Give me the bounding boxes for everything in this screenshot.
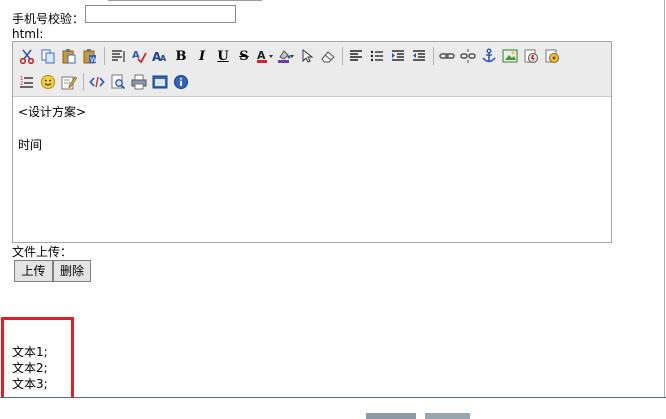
- toolbar-separator: [104, 47, 105, 65]
- bottom-strip: [0, 398, 666, 419]
- fullscreen-icon[interactable]: [150, 72, 170, 92]
- highlight-icon[interactable]: [276, 46, 296, 66]
- bold-glyph: B: [175, 48, 187, 64]
- format-icon[interactable]: [108, 46, 128, 66]
- indent-icon[interactable]: [388, 46, 408, 66]
- outdent-icon[interactable]: [409, 46, 429, 66]
- align-left-icon[interactable]: [346, 46, 366, 66]
- strikethrough-icon[interactable]: S: [234, 46, 254, 66]
- underline-glyph: U: [217, 48, 229, 64]
- about-icon[interactable]: [171, 72, 191, 92]
- source-code-icon[interactable]: [87, 72, 107, 92]
- content-line: <设计方案>: [18, 105, 87, 119]
- paste-word-icon[interactable]: W: [80, 46, 100, 66]
- toolbar-row-1: W A AA B I U S A: [17, 45, 563, 67]
- rich-text-editor: W A AA B I U S A 1 2 <设计方案> 时间: [12, 41, 612, 243]
- spellcheck-icon[interactable]: A: [129, 46, 149, 66]
- highlight-annotation-box: [1, 317, 74, 408]
- select-icon[interactable]: [297, 46, 317, 66]
- bulleted-list-icon[interactable]: [367, 46, 387, 66]
- bold-icon[interactable]: B: [171, 46, 191, 66]
- toolbar-separator: [342, 47, 343, 65]
- anchor-icon[interactable]: [479, 46, 499, 66]
- font-size-icon[interactable]: AA: [150, 46, 170, 66]
- svg-text:A: A: [160, 54, 167, 63]
- toolbar-separator: [83, 73, 84, 91]
- cut-icon[interactable]: [17, 46, 37, 66]
- eraser-icon[interactable]: [318, 46, 338, 66]
- flash-icon[interactable]: [521, 46, 541, 66]
- unlink-icon[interactable]: [458, 46, 478, 66]
- italic-glyph: I: [198, 48, 206, 64]
- svg-text:2: 2: [20, 81, 23, 87]
- paste-icon[interactable]: [59, 46, 79, 66]
- html-label: html:: [12, 27, 44, 41]
- toolbar-row-2: 12: [17, 71, 192, 93]
- window-right-border: [664, 0, 665, 400]
- copy-icon[interactable]: [38, 46, 58, 66]
- editor-content[interactable]: <设计方案> 时间: [18, 104, 603, 153]
- link-icon[interactable]: [437, 46, 457, 66]
- bottom-partial-image: [366, 413, 416, 419]
- underline-icon[interactable]: U: [213, 46, 233, 66]
- image-icon[interactable]: [500, 46, 520, 66]
- content-line: 时间: [18, 138, 43, 152]
- media-icon[interactable]: [542, 46, 562, 66]
- upload-button[interactable]: 上传: [14, 260, 53, 282]
- numbered-list-icon[interactable]: 12: [17, 72, 37, 92]
- edit-icon[interactable]: [59, 72, 79, 92]
- bottom-partial-image: [425, 413, 470, 419]
- phone-validation-label: 手机号校验：: [12, 12, 85, 26]
- phone-input[interactable]: [85, 5, 236, 23]
- smiley-icon[interactable]: [38, 72, 58, 92]
- strikethrough-glyph: S: [239, 48, 249, 64]
- delete-button[interactable]: 删除: [53, 260, 91, 282]
- editor-toolbar: W A AA B I U S A 1 2: [13, 42, 611, 97]
- preview-icon[interactable]: [108, 72, 128, 92]
- font-color-icon[interactable]: A: [255, 46, 275, 66]
- top-divider: [108, 0, 262, 1]
- toolbar-separator: [433, 47, 434, 65]
- italic-icon[interactable]: I: [192, 46, 212, 66]
- svg-text:W: W: [90, 56, 97, 64]
- file-upload-label: 文件上传：: [12, 245, 73, 259]
- print-icon[interactable]: [129, 72, 149, 92]
